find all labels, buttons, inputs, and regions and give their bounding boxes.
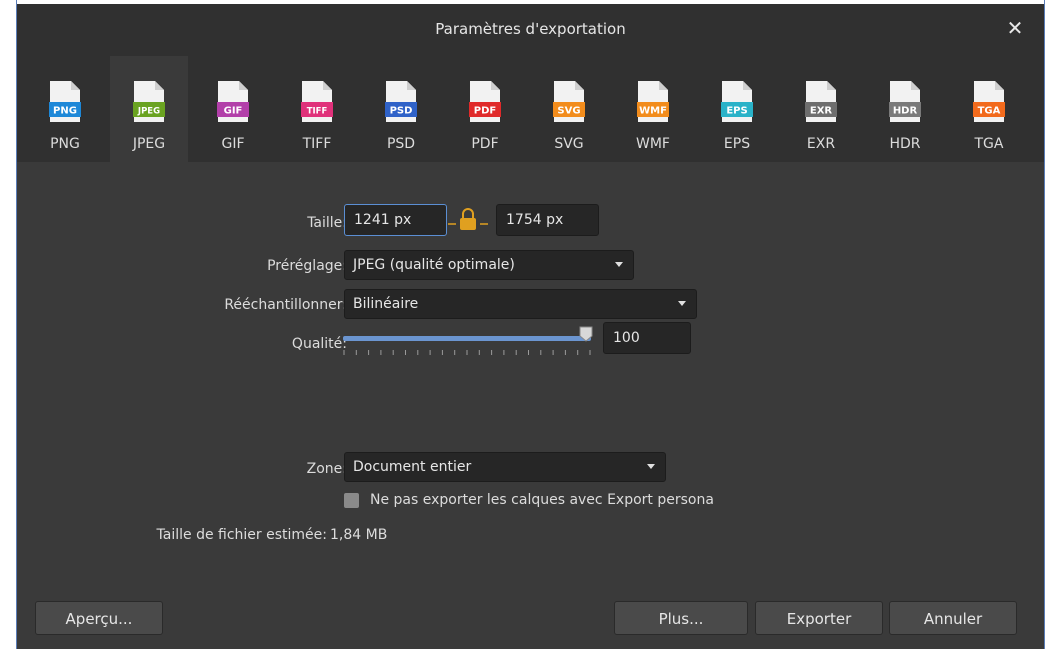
format-tab-png[interactable]: PNG PNG — [26, 56, 104, 162]
file-badge-text: TIFF — [307, 107, 328, 117]
resample-dropdown[interactable]: Bilinéaire — [344, 289, 697, 319]
format-tab-wmf[interactable]: WMF WMF — [614, 56, 692, 162]
export-settings-dialog: Paramètres d'exportation ✕ PNG PNG JPEG JPE… — [17, 4, 1044, 649]
file-jpeg-icon: JPEG — [133, 81, 165, 122]
more-button[interactable]: Plus... — [614, 601, 748, 635]
file-badge-text: SVG — [557, 106, 580, 117]
file-tiff-icon: TIFF — [301, 81, 333, 122]
format-tab-label: WMF — [636, 136, 670, 152]
format-tab-label: TIFF — [302, 136, 332, 152]
resample-value: Bilinéaire — [353, 296, 419, 312]
format-tab-eps[interactable]: EPS EPS — [698, 56, 776, 162]
zone-label: Zone: — [306, 461, 347, 477]
chevron-down-icon — [615, 262, 623, 267]
file-psd-icon: PSD — [385, 81, 417, 122]
format-tab-label: SVG — [554, 136, 584, 152]
resample-label: Rééchantillonner: — [224, 297, 347, 313]
chevron-down-icon — [647, 464, 655, 469]
height-field[interactable]: 1754 px — [496, 204, 599, 236]
cancel-button[interactable]: Annuler — [889, 601, 1017, 635]
format-tab-svg[interactable]: SVG SVG — [530, 56, 608, 162]
file-badge-text: HDR — [893, 106, 918, 117]
width-field[interactable]: 1241 px — [344, 204, 447, 236]
file-png-icon: PNG — [49, 81, 81, 122]
format-tab-label: GIF — [221, 136, 245, 152]
file-pdf-icon: PDF — [469, 81, 501, 122]
format-tab-label: HDR — [889, 136, 921, 152]
format-tab-label: PDF — [471, 136, 499, 152]
dialog-title: Paramètres d'exportation — [435, 20, 626, 38]
file-badge-text: PNG — [53, 106, 77, 117]
format-tab-gif[interactable]: GIF GIF — [194, 56, 272, 162]
quality-slider-track[interactable] — [343, 336, 591, 341]
file-badge-text: PSD — [390, 106, 413, 117]
file-badge-text: EPS — [726, 106, 747, 117]
file-hdr-icon: HDR — [889, 81, 921, 122]
format-tab-tiff[interactable]: TIFF TIFF — [278, 56, 356, 162]
file-wmf-icon: WMF — [637, 81, 669, 122]
preset-value: JPEG (qualité optimale) — [353, 257, 515, 273]
persona-checkbox-label[interactable]: Ne pas exporter les calques avec Export … — [370, 492, 714, 508]
dialog-titlebar: Paramètres d'exportation ✕ — [17, 4, 1044, 56]
format-tab-jpeg[interactable]: JPEG JPEG — [110, 56, 188, 162]
file-svg-icon: SVG — [553, 81, 585, 122]
format-tabs: PNG PNG JPEG JPEG GIF GIF TIFF TIFF PSD PSD PDF PDF… — [17, 56, 1044, 162]
format-tab-label: EXR — [806, 136, 836, 152]
zone-value: Document entier — [353, 459, 472, 475]
close-icon[interactable]: ✕ — [1004, 17, 1026, 39]
file-badge-text: WMF — [639, 106, 667, 117]
file-exr-icon: EXR — [805, 81, 837, 122]
filesize-value: 1,84 MB — [330, 527, 388, 543]
file-badge-text: GIF — [224, 106, 243, 117]
file-badge-text: EXR — [810, 106, 833, 117]
format-tab-label: EPS — [723, 136, 751, 152]
file-badge-text: PDF — [474, 106, 496, 117]
preview-button[interactable]: Aperçu... — [35, 601, 163, 635]
lock-icon[interactable] — [448, 204, 488, 234]
format-tab-exr[interactable]: EXR EXR — [782, 56, 860, 162]
quality-slider-thumb[interactable] — [579, 326, 593, 342]
persona-checkbox[interactable] — [344, 493, 359, 508]
chevron-down-icon — [678, 301, 686, 306]
size-label: Taille: — [307, 215, 347, 231]
format-tab-tga[interactable]: TGA TGA — [950, 56, 1028, 162]
format-tab-label: PSD — [386, 136, 416, 152]
export-button[interactable]: Exporter — [755, 601, 883, 635]
file-badge-text: JPEG — [137, 107, 160, 117]
preset-label: Préréglage: — [267, 258, 347, 274]
file-tga-icon: TGA — [973, 81, 1005, 122]
file-eps-icon: EPS — [721, 81, 753, 122]
quality-slider-ticks — [343, 350, 591, 355]
zone-dropdown[interactable]: Document entier — [344, 452, 666, 482]
file-badge-text: TGA — [978, 106, 1001, 117]
format-tab-hdr[interactable]: HDR HDR — [866, 56, 944, 162]
format-tab-psd[interactable]: PSD PSD — [362, 56, 440, 162]
format-tab-label: PNG — [50, 136, 80, 152]
filesize-label: Taille de fichier estimée: — [156, 527, 327, 543]
format-tab-pdf[interactable]: PDF PDF — [446, 56, 524, 162]
quality-label: Qualité: — [291, 336, 347, 352]
format-tab-label: TGA — [974, 136, 1004, 152]
desktop-frame-right — [1044, 0, 1045, 649]
format-tab-label: JPEG — [132, 136, 166, 152]
file-gif-icon: GIF — [217, 81, 249, 122]
quality-field[interactable]: 100 — [603, 322, 691, 354]
preset-dropdown[interactable]: JPEG (qualité optimale) — [344, 250, 634, 280]
